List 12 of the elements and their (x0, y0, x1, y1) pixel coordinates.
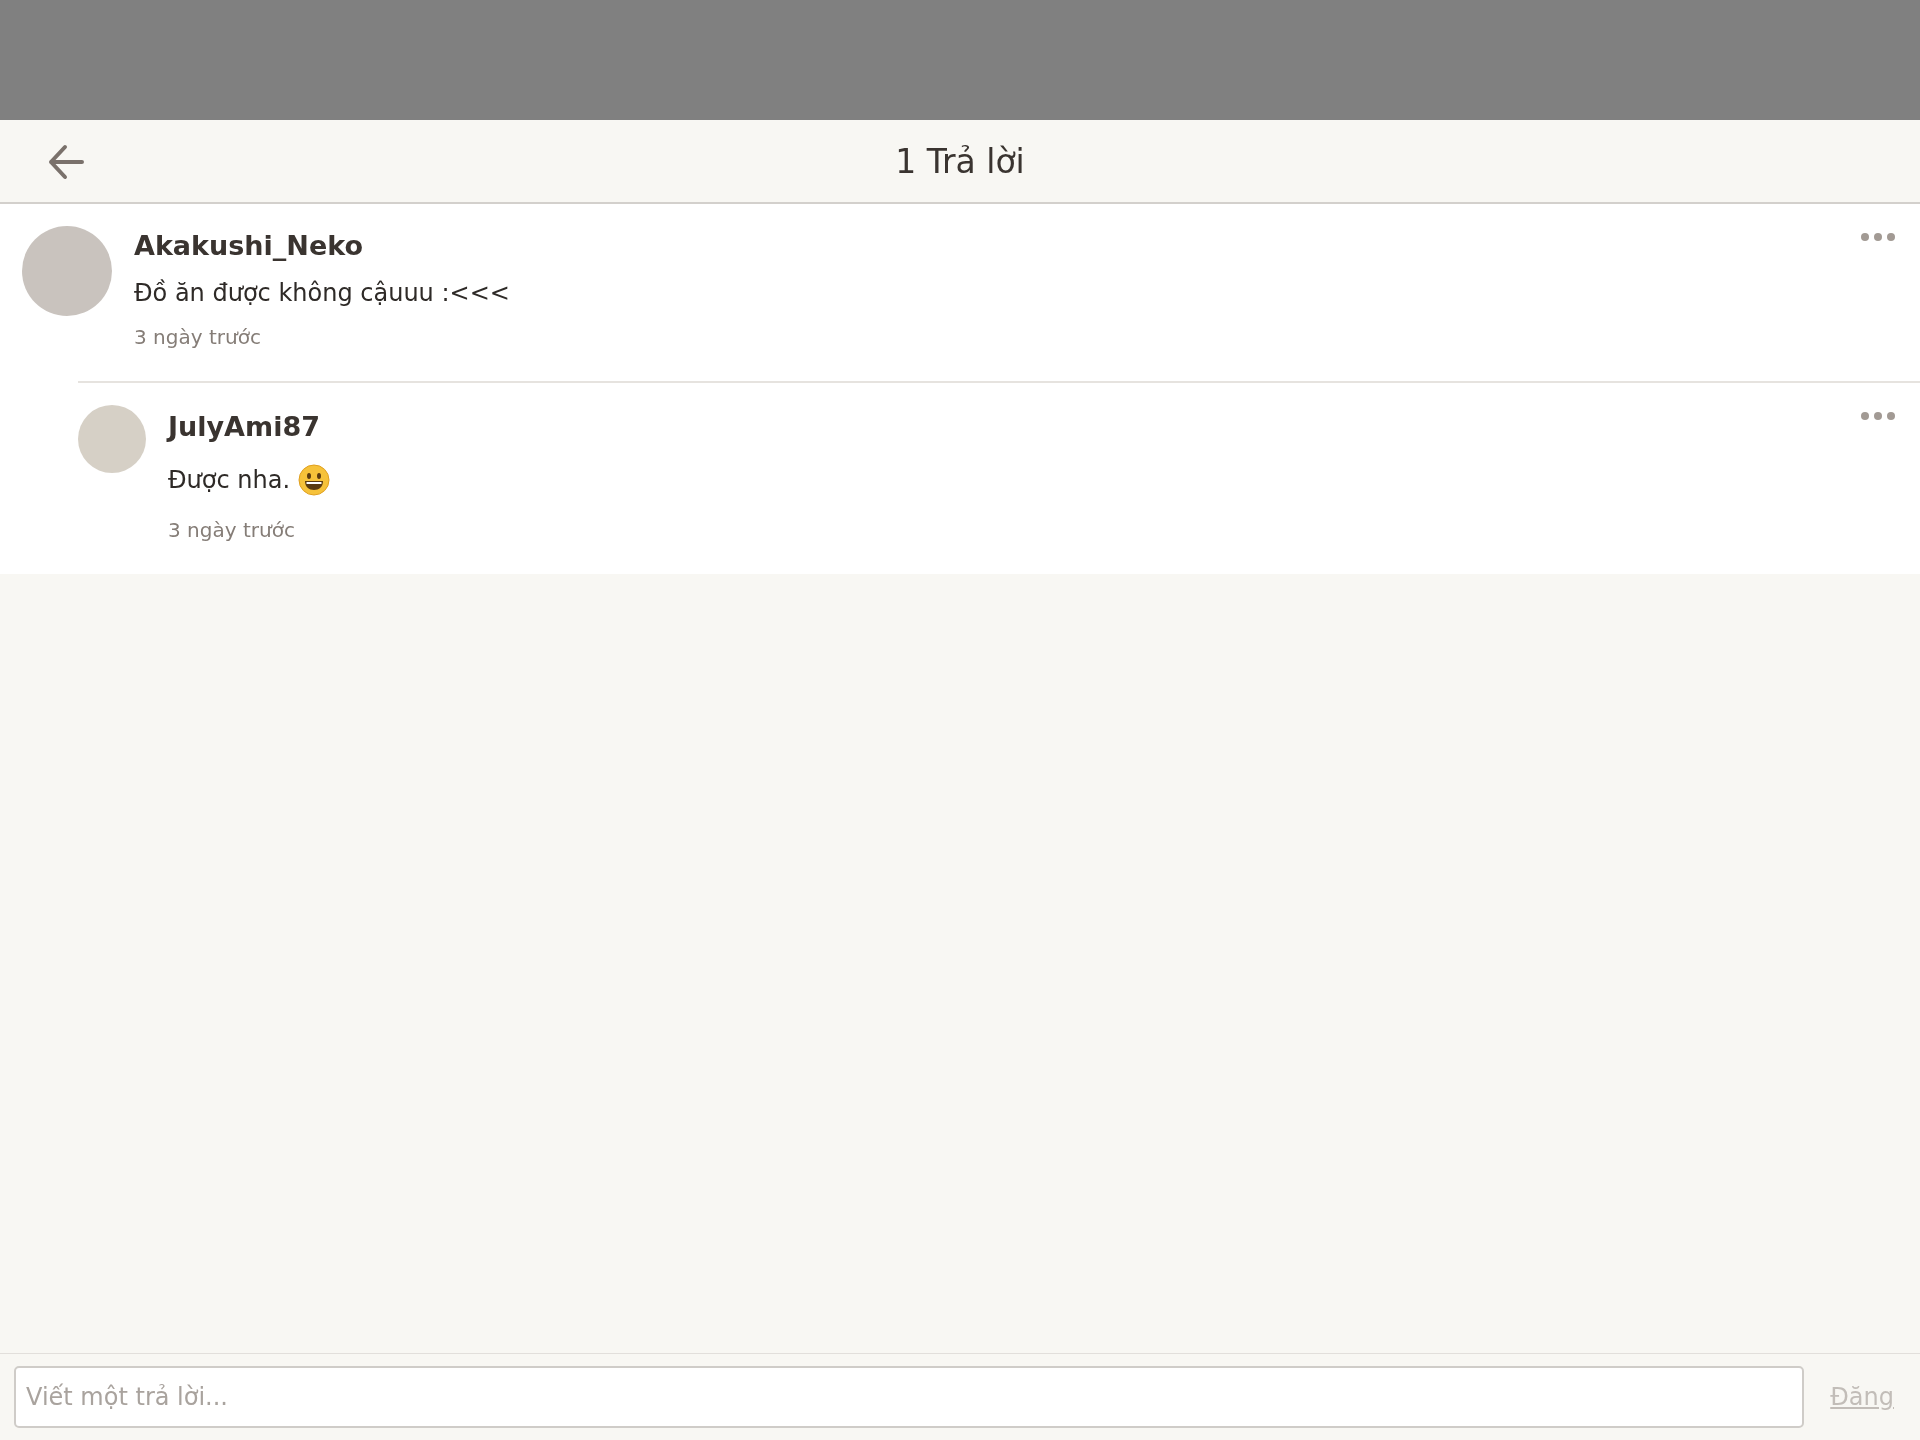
username[interactable]: JulyAmi87 (168, 411, 320, 442)
page-title: 1 Trả lời (895, 141, 1025, 181)
comment-text: Đồ ăn được không cậuuu :<<< (134, 279, 510, 307)
grinning-face-icon (298, 464, 331, 496)
timestamp: 3 ngày trước (168, 518, 296, 542)
username[interactable]: Akakushi_Neko (134, 230, 363, 261)
more-dots-icon (1860, 232, 1896, 242)
comment-text: Được nha. (168, 466, 291, 494)
reply-input-field[interactable]: Viết một trả lời... (14, 1366, 1805, 1428)
more-dots-icon (1860, 411, 1896, 421)
timestamp: 3 ngày trước (134, 325, 262, 349)
back-arrow-icon (46, 142, 86, 182)
